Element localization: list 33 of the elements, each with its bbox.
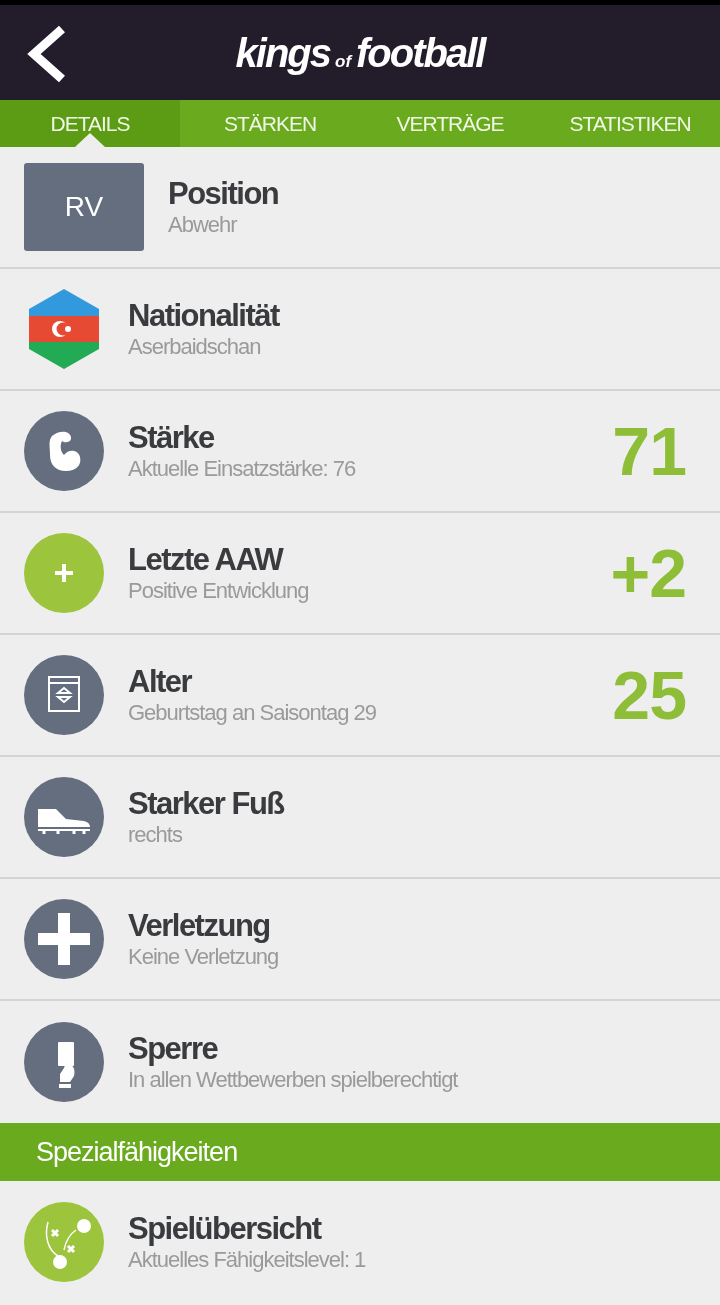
row-subtitle: rechts bbox=[128, 821, 184, 848]
row-title: Nationalität bbox=[128, 298, 279, 334]
app-logo: kings of football bbox=[235, 32, 485, 73]
row-title: Spielübersicht bbox=[128, 1211, 323, 1247]
row-subtitle: Keine Verletzung bbox=[128, 943, 279, 970]
stat-value: +2 bbox=[610, 534, 686, 613]
row-subtitle: Aserbaidschan bbox=[128, 333, 262, 360]
row-title: Sperre bbox=[128, 1031, 219, 1067]
row-title: Verletzung bbox=[128, 908, 271, 944]
row-title: Position bbox=[168, 176, 279, 212]
tab[interactable]: DETAILS bbox=[0, 100, 180, 147]
cross-icon bbox=[24, 899, 104, 979]
row-subtitle: Abwehr bbox=[168, 211, 239, 238]
calendar-icon bbox=[24, 655, 104, 735]
boot-icon bbox=[24, 777, 104, 857]
section-header: Spezialfähigkeiten bbox=[0, 1123, 720, 1181]
row-title: Stärke bbox=[128, 420, 215, 456]
stat-value: 71 bbox=[612, 412, 686, 491]
stat-value: 25 bbox=[612, 656, 686, 735]
row-subtitle: Aktuelle Einsatzstärke: 76 bbox=[128, 455, 356, 482]
row-title: Letzte AAW bbox=[128, 542, 284, 578]
tab[interactable]: STATISTIKEN bbox=[540, 100, 720, 147]
tab[interactable]: VERTRÄGE bbox=[360, 100, 540, 147]
position-badge: RV bbox=[24, 163, 144, 251]
row-subtitle: Positive Entwicklung bbox=[128, 577, 309, 604]
row-title: Alter bbox=[128, 664, 193, 700]
tactics-icon bbox=[24, 1202, 104, 1282]
tab[interactable]: STÄRKEN bbox=[180, 100, 360, 147]
plus-icon bbox=[24, 533, 104, 613]
row-subtitle: Aktuelles Fähigkeitslevel: 1 bbox=[128, 1246, 366, 1273]
row-subtitle: In allen Wettbewerben spielberechtigt bbox=[128, 1066, 458, 1093]
row-subtitle: Geburtstag an Saisontag 29 bbox=[128, 699, 376, 726]
row-title: Starker Fuß bbox=[128, 786, 284, 822]
